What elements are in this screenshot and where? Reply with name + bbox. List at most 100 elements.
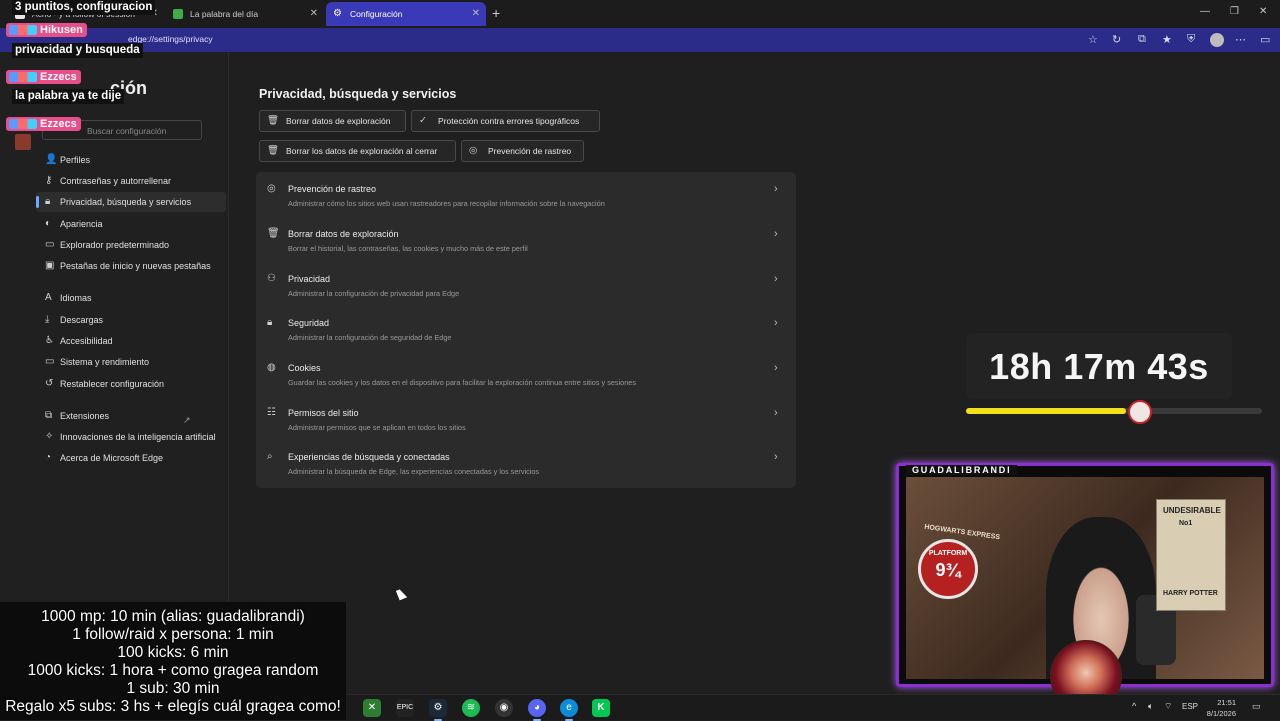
system-clock[interactable]: 21:51 8/1/2026: [1202, 697, 1236, 719]
timer-text: 18h 17m 43s: [989, 346, 1209, 387]
trash-icon: 🗑︎: [267, 228, 280, 239]
laptop-icon: ▭: [45, 356, 55, 367]
chip-typo-protection[interactable]: ✓ Protección contra errores tipográficos: [411, 110, 600, 132]
lock-icon: 🔒︎: [45, 196, 51, 207]
sidebar-toggle-icon[interactable]: ▭: [1260, 33, 1270, 46]
goal-line: 1000 kicks: 1 hora + como gragea random: [27, 662, 319, 679]
wanted-poster: UNDESIRABLE No1 HARRY POTTER: [1156, 499, 1226, 611]
edge-icon[interactable]: e: [560, 699, 578, 721]
shield-icon[interactable]: ⛨: [1187, 33, 1195, 46]
obs-icon[interactable]: ◉: [495, 699, 513, 717]
row-description: Borrar el historial, las contraseñas, la…: [288, 244, 528, 253]
goal-line: Regalo x5 subs: 3 hs + elegís cuál grage…: [5, 698, 341, 715]
row-title: Seguridad: [288, 318, 330, 328]
sidebar-item-default-browser[interactable]: ▭ Explorador predeterminado: [36, 235, 226, 255]
sidebar-item-system[interactable]: ▭ Sistema y rendimiento: [36, 352, 226, 372]
refresh-icon[interactable]: ↻: [1112, 33, 1121, 46]
steam-icon[interactable]: ⚙: [429, 699, 447, 721]
discord-icon[interactable]: ◕: [528, 699, 546, 721]
section-title: Privacidad, búsqueda y servicios: [259, 87, 457, 101]
chevron-right-icon: ›: [774, 362, 778, 374]
palette-icon: ◐: [45, 218, 52, 229]
sidebar-item-passwords[interactable]: ⚷ Contraseñas y autorrellenar: [36, 171, 226, 191]
avatar: [15, 134, 31, 150]
sidebar-item-privacy[interactable]: 🔒︎ Privacidad, búsqueda y servicios: [36, 192, 226, 212]
accessibility-icon: ♿︎: [45, 335, 54, 346]
close-window-icon[interactable]: ✕: [1259, 6, 1267, 17]
key-icon: ⚷: [45, 175, 53, 186]
chat-badges-icon: [9, 72, 37, 82]
kick-icon[interactable]: K: [592, 699, 610, 717]
epic-games-icon[interactable]: EPIC: [396, 699, 414, 717]
platform-number: 9¾: [935, 560, 961, 580]
timer-progress-bar: [966, 408, 1262, 414]
chevron-up-icon[interactable]: ^: [1132, 701, 1136, 711]
sidebar-item-languages[interactable]: A Idiomas: [36, 288, 226, 308]
sidebar-item-label: Acerca de Microsoft Edge: [60, 453, 164, 463]
speaker-icon[interactable]: 🔈︎: [1148, 701, 1153, 712]
chip-label: Prevención de rastreo: [488, 146, 572, 156]
platform-sign: PLATFORM 9¾: [918, 539, 978, 599]
list-item-cookies[interactable]: ◍ Cookies Guardar las cookies y los datos …: [256, 351, 796, 395]
privacy-icon: ⚇: [267, 273, 276, 284]
list-item-security[interactable]: 🔒︎ Seguridad Administrar la configuración …: [256, 306, 796, 350]
chat-message: la palabra ya te dije: [12, 89, 125, 104]
browser-titlebar: Acho - y a follow of session ✕ La palabr…: [0, 0, 1280, 28]
close-icon[interactable]: ✕: [472, 2, 480, 26]
language-indicator[interactable]: ESP: [1182, 702, 1198, 711]
clock-date: 8/1/2026: [1206, 709, 1236, 718]
sidebar-item-ai[interactable]: ✧ Innovaciones de la inteligencia artific…: [36, 427, 226, 447]
sidebar-item-downloads[interactable]: ⤓ Descargas: [36, 310, 226, 330]
sidebar-item-label: Apariencia: [60, 219, 103, 229]
wifi-icon[interactable]: ⌔: [1164, 701, 1172, 712]
list-item-search-services[interactable]: ⌕ Experiencias de búsqueda y conectadas Ad…: [256, 440, 796, 484]
language-icon: A: [45, 292, 52, 303]
favorite-star-icon[interactable]: ☆: [1088, 33, 1098, 46]
chevron-right-icon: ›: [774, 273, 778, 285]
restore-icon[interactable]: ❐: [1230, 6, 1239, 17]
chevron-right-icon: ›: [774, 317, 778, 329]
spotify-icon[interactable]: ≋: [462, 699, 480, 717]
goal-line: 1 sub: 30 min: [126, 680, 220, 697]
chip-clear-on-close[interactable]: 🗑︎ Borrar los datos de exploración al cer…: [259, 140, 456, 162]
poster-line: HARRY POTTER: [1163, 590, 1218, 597]
row-title: Prevención de rastreo: [288, 184, 377, 194]
sidebar-item-label: Idiomas: [60, 293, 92, 303]
chip-clear-data[interactable]: 🗑︎ Borrar datos de exploración: [259, 110, 406, 132]
list-item-tracking[interactable]: ◎ Prevención de rastreo Administrar cómo l…: [256, 172, 796, 216]
xbox-icon[interactable]: ✕: [363, 699, 381, 717]
sidebar-item-reset[interactable]: ↺ Restablecer configuración: [36, 374, 226, 394]
tab-label: La palabra del día: [190, 9, 259, 19]
favorites-icon[interactable]: ★: [1162, 33, 1172, 46]
extensions-icon[interactable]: ⧉: [1138, 33, 1146, 46]
tab-2[interactable]: La palabra del día ✕: [166, 2, 324, 26]
mouse-cursor-icon: [396, 588, 408, 601]
address-bar: edge://settings/privacy ☆ ↻ ⧉ ★ ⛨ ⋯ ▭: [0, 28, 1280, 52]
goal-line: 1000 mp: 10 min (alias: guadalibrandi): [41, 608, 305, 625]
list-item-site-permissions[interactable]: ☷ Permisos del sitio Administrar permisos …: [256, 396, 796, 440]
tracking-icon: ◎: [267, 183, 276, 194]
row-description: Administrar cómo los sitios web usan ras…: [288, 199, 605, 208]
new-tab-button[interactable]: +: [492, 5, 500, 21]
more-options-icon[interactable]: ⋯: [1235, 33, 1246, 46]
row-title: Permisos del sitio: [288, 408, 359, 418]
sidebar-item-profiles[interactable]: 👤 Perfiles: [36, 150, 226, 170]
tab-settings[interactable]: ⚙ Configuración ✕: [326, 2, 486, 26]
sidebar-item-label: Restablecer configuración: [60, 379, 165, 389]
notification-icon[interactable]: ▭: [1252, 701, 1261, 712]
minimize-icon[interactable]: —: [1200, 6, 1210, 17]
goal-line: 100 kicks: 6 min: [117, 644, 229, 661]
person-icon: 👤: [45, 154, 58, 165]
list-item-clear-data[interactable]: 🗑︎ Borrar datos de exploración Borrar el h…: [256, 217, 796, 261]
sidebar-item-appearance[interactable]: ◐ Apariencia: [36, 214, 226, 234]
chip-tracking-prevention[interactable]: ◎ Prevención de rastreo: [461, 140, 584, 162]
list-item-privacy[interactable]: ⚇ Privacidad Administrar la configuración …: [256, 262, 796, 306]
sidebar-item-label: Extensiones: [60, 411, 110, 421]
sidebar-item-about[interactable]: ◔ Acerca de Microsoft Edge: [36, 448, 226, 468]
sidebar-item-accessibility[interactable]: ♿︎ Accesibilidad: [36, 331, 226, 351]
close-icon[interactable]: ✕: [310, 2, 318, 26]
hogwarts-sign: HOGWARTS EXPRESS: [923, 523, 1001, 542]
profile-avatar[interactable]: [1210, 33, 1224, 47]
sidebar-item-start-tabs[interactable]: ▣ Pestañas de inicio y nuevas pestañas: [36, 256, 226, 276]
sidebar-item-extensions[interactable]: ⧉ Extensiones: [36, 406, 226, 426]
